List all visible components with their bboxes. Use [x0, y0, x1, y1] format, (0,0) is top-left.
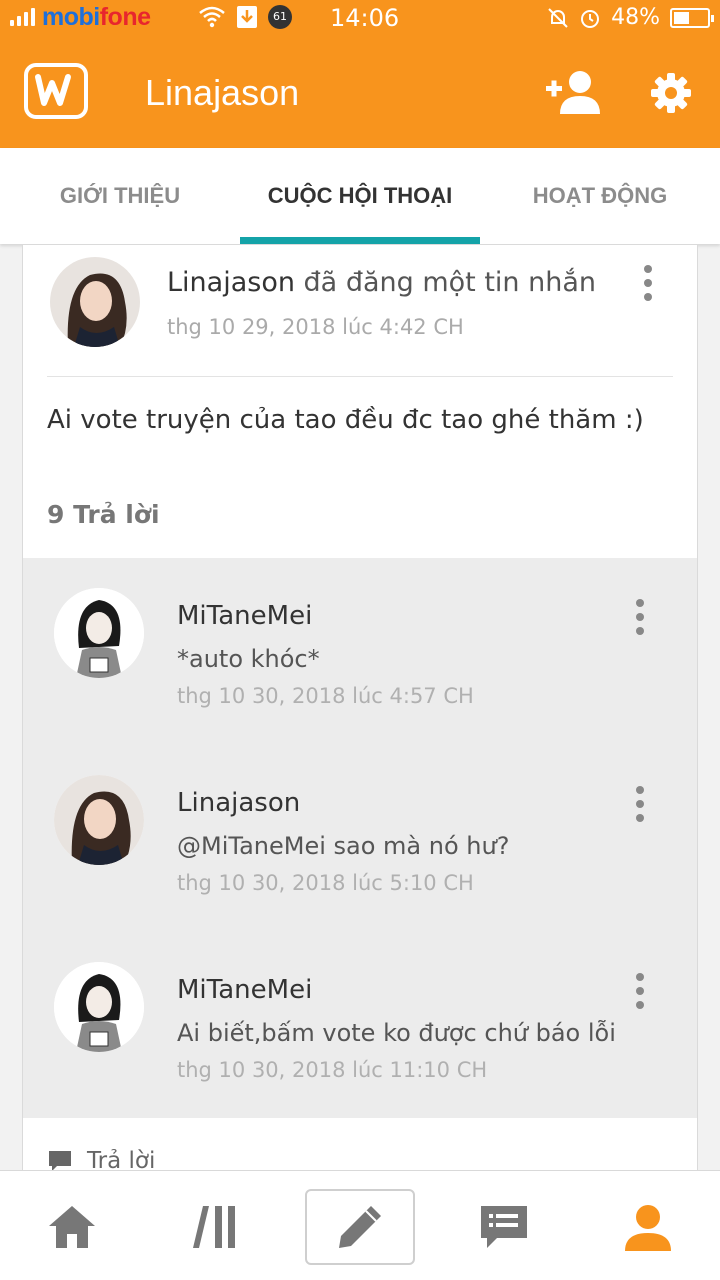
follow-user-icon[interactable]	[544, 68, 600, 116]
bottom-nav	[0, 1170, 720, 1280]
app-bar: Linajason	[0, 36, 720, 148]
notification-badge: 61	[268, 5, 292, 29]
signal-icon	[10, 8, 35, 26]
gear-icon[interactable]	[650, 72, 692, 114]
post-author[interactable]: Linajason	[167, 267, 295, 298]
profile-tabs: GIỚI THIỆU CUỘC HỘI THOẠI HOẠT ĐỘNG	[0, 148, 720, 244]
divider	[47, 376, 673, 377]
replies-list: MiTaneMei *auto khóc* thg 10 30, 2018 lú…	[23, 558, 697, 1119]
avatar[interactable]	[54, 775, 144, 865]
alarm-icon	[581, 9, 600, 28]
tab-activity[interactable]: HOẠT ĐỘNG	[480, 148, 720, 244]
comment-icon	[49, 1151, 71, 1170]
reply-timestamp: thg 10 30, 2018 lúc 4:57 CH	[177, 684, 474, 708]
tab-conversations[interactable]: CUỘC HỘI THOẠI	[240, 148, 480, 244]
list-item: MiTaneMei *auto khóc* thg 10 30, 2018 lú…	[23, 558, 697, 745]
reply-button-label: Trả lời	[87, 1148, 156, 1170]
post-body: Ai vote truyện của tao đều đc tao ghé th…	[47, 405, 644, 435]
conversation-card: Linajason đã đăng một tin nhắn thg 10 29…	[22, 245, 698, 1170]
reply-more-icon[interactable]	[630, 973, 650, 1009]
nav-messages[interactable]	[449, 1189, 559, 1265]
download-notification-icon	[237, 6, 257, 28]
reply-author[interactable]: MiTaneMei	[177, 975, 312, 1005]
reply-text: Ai biết,bấm vote ko được chứ báo lỗi	[177, 1019, 616, 1047]
wifi-icon	[199, 6, 225, 28]
nav-profile[interactable]	[593, 1189, 703, 1265]
reply-text: @MiTaneMei sao mà nó hư?	[177, 832, 510, 860]
tab-about[interactable]: GIỚI THIỆU	[0, 148, 240, 244]
reply-timestamp: thg 10 30, 2018 lúc 11:10 CH	[177, 1058, 488, 1082]
post-more-icon[interactable]	[638, 265, 658, 301]
reply-timestamp: thg 10 30, 2018 lúc 5:10 CH	[177, 871, 474, 895]
carrier-label: mobifone	[42, 3, 151, 31]
reply-more-icon[interactable]	[630, 786, 650, 822]
reply-more-icon[interactable]	[630, 599, 650, 635]
nav-write[interactable]	[305, 1189, 415, 1265]
battery-icon	[670, 7, 714, 28]
nav-library[interactable]	[161, 1189, 271, 1265]
nav-home[interactable]	[17, 1189, 127, 1265]
list-item: Linajason @MiTaneMei sao mà nó hư? thg 1…	[23, 745, 697, 932]
reply-author[interactable]: MiTaneMei	[177, 601, 312, 631]
avatar[interactable]	[50, 257, 140, 347]
avatar[interactable]	[54, 588, 144, 678]
write-icon	[339, 1206, 381, 1248]
profile-icon	[625, 1205, 671, 1251]
battery-percent: 48%	[611, 5, 660, 30]
library-icon	[193, 1206, 235, 1248]
avatar[interactable]	[54, 962, 144, 1052]
post-header: Linajason đã đăng một tin nhắn	[167, 267, 596, 298]
status-bar: mobifone 61 14:06 48%	[0, 0, 720, 36]
post-action: đã đăng một tin nhắn	[303, 267, 596, 298]
page-title: Linajason	[145, 72, 300, 113]
wattpad-logo-icon[interactable]	[24, 63, 88, 119]
messages-icon	[481, 1206, 527, 1248]
reply-text: *auto khóc*	[177, 645, 320, 673]
reply-count[interactable]: 9 Trả lời	[47, 500, 160, 529]
silent-bell-icon	[548, 7, 568, 28]
list-item: MiTaneMei Ai biết,bấm vote ko được chứ b…	[23, 932, 697, 1119]
reply-author[interactable]: Linajason	[177, 788, 300, 818]
clock: 14:06	[330, 4, 400, 32]
home-icon	[49, 1206, 95, 1248]
post-timestamp: thg 10 29, 2018 lúc 4:42 CH	[167, 315, 464, 339]
reply-button[interactable]: Trả lời	[47, 1148, 155, 1170]
